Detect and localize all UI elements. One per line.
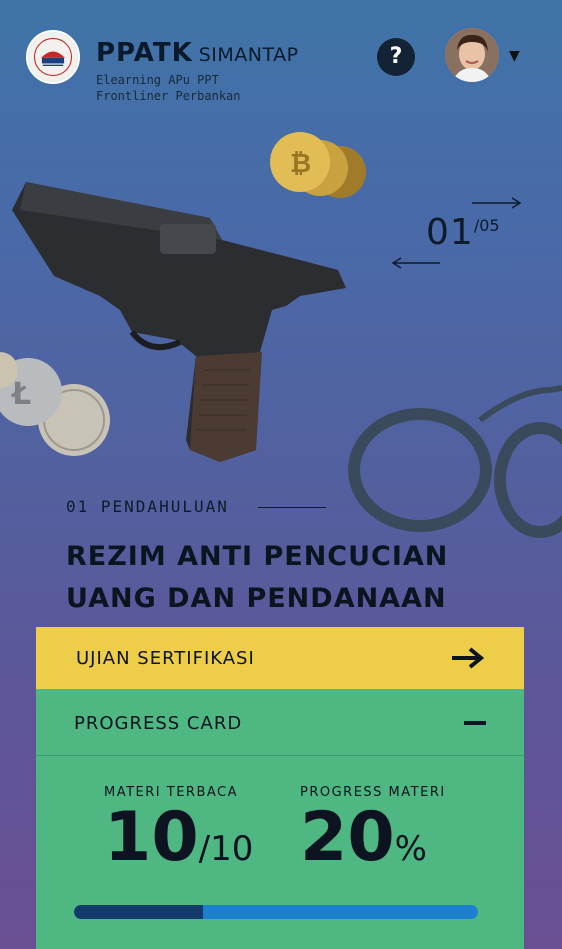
progress-card-header[interactable]: PROGRESS CARD [36, 689, 524, 756]
avatar[interactable] [445, 28, 499, 82]
section-divider [258, 507, 326, 508]
ujian-sertifikasi-button[interactable]: UJIAN SERTIFIKASI [36, 627, 524, 689]
handcuffs-icon [348, 385, 562, 538]
help-button[interactable]: ? [377, 38, 415, 76]
brand-subtitle: SIMANTAP [198, 44, 299, 66]
minus-icon[interactable] [464, 721, 486, 725]
progress-percent-sign: % [394, 829, 427, 869]
slide-current: 01 [426, 212, 474, 253]
silver-coins-icon: Ł [0, 352, 110, 456]
progress-card: PROGRESS CARD MATERI TERBACA 10/10 PROGR… [36, 689, 524, 949]
ppatk-logo [26, 30, 80, 84]
section-label: 01 PENDAHULUAN [66, 497, 229, 516]
materi-terbaca-stat: MATERI TERBACA 10/10 [104, 785, 253, 885]
brand-line-1: Elearning APu PPT [96, 73, 219, 87]
progress-bar [74, 905, 478, 919]
chevron-down-icon[interactable]: ▼ [509, 48, 520, 64]
app-header: PPATK SIMANTAP Elearning APu PPT Frontlin… [0, 0, 562, 120]
arrow-left-icon[interactable] [392, 256, 440, 270]
exam-label: UJIAN SERTIFIKASI [76, 648, 255, 669]
brand-line-2: Frontliner Perbankan [96, 89, 241, 103]
progress-materi-value: 20% [300, 802, 446, 885]
materi-terbaca-total: /10 [198, 829, 254, 869]
arrow-right-icon[interactable] [472, 196, 522, 210]
arrow-right-icon [452, 647, 484, 669]
slide-total: /05 [473, 216, 500, 235]
bitcoin-coins-icon: ₿ [270, 132, 366, 198]
slide-counter: 01/05 [426, 212, 500, 253]
brand-block: PPATK SIMANTAP Elearning APu PPT Frontlin… [96, 38, 299, 104]
materi-terbaca-value: 10/10 [104, 802, 253, 885]
svg-text:₿: ₿ [290, 149, 311, 179]
progress-card-title: PROGRESS CARD [74, 713, 243, 734]
progress-materi-number: 20 [300, 798, 395, 877]
progress-bar-fill [74, 905, 204, 919]
hero-illustration: ₿ Ł [0, 120, 562, 540]
materi-terbaca-count: 10 [104, 798, 199, 877]
progress-materi-stat: PROGRESS MATERI 20% [300, 785, 446, 885]
svg-text:Ł: Ł [10, 377, 31, 412]
brand-title: PPATK [96, 38, 193, 68]
